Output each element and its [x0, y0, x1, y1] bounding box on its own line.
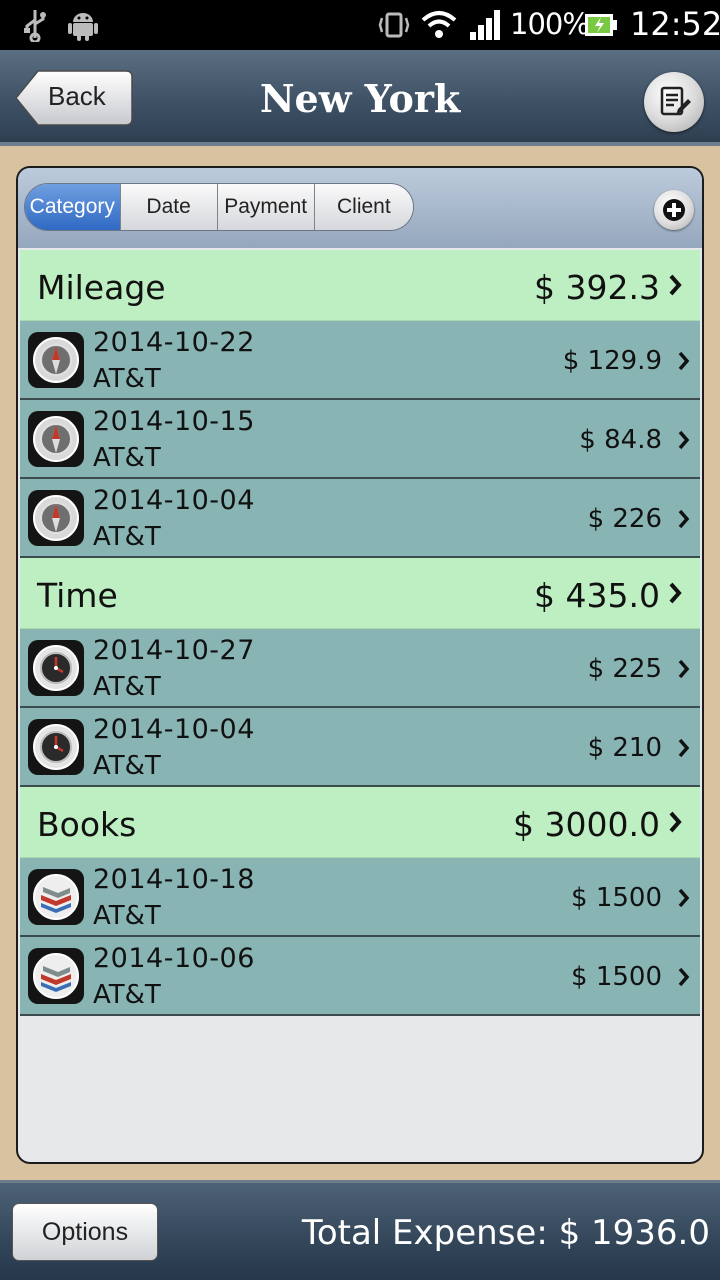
- mileage-icon: [28, 332, 84, 388]
- category-name: Mileage: [37, 268, 166, 307]
- chevron-right-icon: [678, 967, 690, 987]
- plus-icon: [663, 199, 685, 221]
- expense-client: AT&T: [93, 522, 161, 552]
- clock-time: 12:52: [630, 5, 720, 43]
- expense-client: AT&T: [93, 672, 161, 702]
- category-total: $ 3000.0: [513, 805, 660, 844]
- content-panel: Category Date Payment Client Mileage $ 3…: [16, 166, 704, 1164]
- mileage-icon: [28, 411, 84, 467]
- report-button[interactable]: [644, 72, 704, 132]
- expense-amount: $ 84.8: [579, 425, 662, 455]
- expense-date: 2014-10-18: [93, 864, 255, 895]
- category-name: Time: [37, 576, 118, 615]
- category-row-mileage[interactable]: Mileage $ 392.3: [20, 250, 700, 321]
- tab-date[interactable]: Date: [120, 184, 218, 230]
- expense-amount: $ 226: [587, 504, 662, 534]
- tab-payment[interactable]: Payment: [217, 184, 315, 230]
- android-icon: [66, 8, 100, 47]
- category-row-time[interactable]: Time $ 435.0: [20, 558, 700, 629]
- battery-icon: [584, 12, 618, 43]
- expense-date: 2014-10-27: [93, 635, 255, 666]
- expense-client: AT&T: [93, 751, 161, 781]
- expense-date: 2014-10-04: [93, 485, 255, 516]
- category-name: Books: [37, 805, 137, 844]
- expense-amount: $ 129.9: [562, 346, 662, 376]
- expense-row[interactable]: 2014-10-15 AT&T $ 84.8: [20, 400, 700, 479]
- add-button[interactable]: [654, 190, 694, 230]
- chevron-right-icon: [669, 811, 682, 833]
- expense-row[interactable]: 2014-10-06 AT&T $ 1500: [20, 937, 700, 1016]
- expense-amount: $ 210: [587, 733, 662, 763]
- category-total: $ 392.3: [534, 268, 660, 307]
- expense-amount: $ 1500: [571, 962, 662, 992]
- clock-icon: [28, 719, 84, 775]
- page-title: New York: [259, 76, 461, 121]
- expense-row[interactable]: 2014-10-04 AT&T $ 210: [20, 708, 700, 787]
- chevron-right-icon: [678, 430, 690, 450]
- tab-category[interactable]: Category: [25, 184, 121, 230]
- expense-client: AT&T: [93, 364, 161, 394]
- category-row-books[interactable]: Books $ 3000.0: [20, 787, 700, 858]
- expense-date: 2014-10-15: [93, 406, 255, 437]
- books-icon: [28, 948, 84, 1004]
- options-button[interactable]: Options: [12, 1203, 158, 1261]
- mileage-icon: [28, 490, 84, 546]
- vibrate-icon: [378, 10, 410, 45]
- title-bar: Back New York: [0, 50, 720, 146]
- expense-date: 2014-10-22: [93, 327, 255, 358]
- total-expense: Total Expense: $ 1936.0: [301, 1213, 710, 1253]
- expense-client: AT&T: [93, 901, 161, 931]
- expense-amount: $ 225: [587, 654, 662, 684]
- expense-row[interactable]: 2014-10-04 AT&T $ 226: [20, 479, 700, 558]
- expense-row[interactable]: 2014-10-22 AT&T $ 129.9: [20, 321, 700, 400]
- signal-icon: [468, 8, 504, 47]
- status-bar: 100% 12:52: [0, 0, 720, 50]
- expense-row[interactable]: 2014-10-18 AT&T $ 1500: [20, 858, 700, 937]
- clock-icon: [28, 640, 84, 696]
- expense-list: Mileage $ 392.3 2014-10-22 AT&T $ 129.9 …: [20, 250, 700, 1016]
- chevron-right-icon: [669, 582, 682, 604]
- chevron-right-icon: [678, 738, 690, 758]
- tab-client[interactable]: Client: [314, 184, 413, 230]
- books-icon: [28, 869, 84, 925]
- bottom-bar: Options Total Expense: $ 1936.0: [0, 1180, 720, 1280]
- expense-date: 2014-10-06: [93, 943, 255, 974]
- expense-client: AT&T: [93, 980, 161, 1010]
- battery-percent: 100%: [510, 7, 590, 41]
- expense-date: 2014-10-04: [93, 714, 255, 745]
- report-icon: [660, 86, 691, 116]
- chevron-right-icon: [678, 888, 690, 908]
- wifi-icon: [420, 8, 458, 47]
- chevron-right-icon: [669, 274, 682, 296]
- chevron-right-icon: [678, 659, 690, 679]
- usb-icon: [22, 8, 48, 47]
- expense-amount: $ 1500: [571, 883, 662, 913]
- chevron-right-icon: [678, 351, 690, 371]
- options-label: Options: [41, 1218, 129, 1246]
- category-total: $ 435.0: [534, 576, 660, 615]
- expense-client: AT&T: [93, 443, 161, 473]
- panel-header: Category Date Payment Client: [18, 168, 702, 248]
- chevron-right-icon: [678, 509, 690, 529]
- view-segmented-control: Category Date Payment Client: [24, 183, 414, 231]
- expense-row[interactable]: 2014-10-27 AT&T $ 225: [20, 629, 700, 708]
